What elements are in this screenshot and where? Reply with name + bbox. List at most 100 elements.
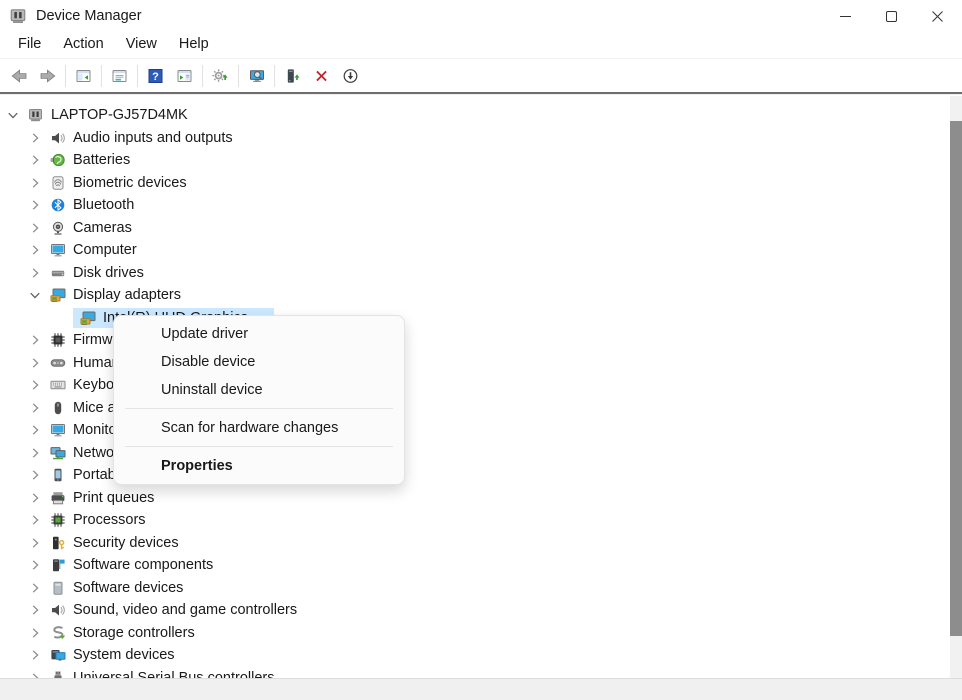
menu-view[interactable]: View <box>115 32 168 56</box>
svg-text:?: ? <box>152 71 159 83</box>
chevron-right-icon[interactable] <box>27 265 43 281</box>
chevron-right-icon[interactable] <box>27 175 43 191</box>
context-menu-item-scan-for-hardware-changes[interactable]: Scan for hardware changes <box>114 414 404 442</box>
chevron-right-icon[interactable] <box>27 580 43 596</box>
chevron-right-icon[interactable] <box>27 467 43 483</box>
uninstall-red-x-icon[interactable] <box>307 62 336 90</box>
scrollbar-thumb[interactable] <box>950 121 962 636</box>
help-icon[interactable]: ? <box>141 62 170 90</box>
tree-item-label: Software components <box>73 557 214 574</box>
chevron-down-icon[interactable] <box>5 107 21 123</box>
chevron-right-icon[interactable] <box>27 355 43 371</box>
forward-arrow-icon[interactable] <box>33 62 62 90</box>
chevron-right-icon[interactable] <box>27 445 43 461</box>
keyboard-icon <box>49 377 66 393</box>
monitor-icon <box>49 242 66 258</box>
tree-row[interactable]: Cameras <box>0 217 950 240</box>
tree-row[interactable]: Software components <box>0 554 950 577</box>
processor-icon <box>49 512 66 528</box>
chevron-right-icon[interactable] <box>27 400 43 416</box>
tree-row[interactable]: Audio inputs and outputs <box>0 127 950 150</box>
tree-item-label: Display adapters <box>73 287 181 304</box>
tree-row[interactable]: Processors <box>0 509 950 532</box>
computer-icon <box>27 107 44 123</box>
toolbar-separator <box>101 64 102 87</box>
device-manager-app-icon <box>9 7 27 25</box>
tree-row[interactable]: Print queues <box>0 487 950 510</box>
toolbar: ? <box>0 59 962 92</box>
chevron-right-icon[interactable] <box>27 197 43 213</box>
tree-item-label: Processors <box>73 512 146 529</box>
biometric-icon <box>49 175 66 191</box>
minimize-button-icon[interactable] <box>822 0 868 32</box>
tree-item-label: Universal Serial Bus controllers <box>73 669 275 678</box>
tree-item-label: Bluetooth <box>73 197 135 214</box>
mouse-icon <box>49 400 66 416</box>
chevron-right-icon[interactable] <box>27 332 43 348</box>
chevron-right-icon[interactable] <box>27 422 43 438</box>
chevron-down-icon[interactable] <box>27 287 43 303</box>
toolbar-separator <box>274 64 275 87</box>
tree-row[interactable]: Universal Serial Bus controllers <box>0 667 950 678</box>
tree-row[interactable]: System devices <box>0 644 950 667</box>
context-menu-item-update-driver[interactable]: Update driver <box>114 320 404 348</box>
chevron-right-icon[interactable] <box>27 490 43 506</box>
software-device-icon <box>49 580 66 596</box>
network-icon <box>49 445 66 461</box>
chevron-right-icon[interactable] <box>27 625 43 641</box>
update-driver-icon[interactable] <box>278 62 307 90</box>
context-menu-item-uninstall-device[interactable]: Uninstall device <box>114 376 404 404</box>
tree-item-label: Computer <box>73 242 137 259</box>
close-button-icon[interactable] <box>914 0 960 32</box>
tree-row[interactable]: Bluetooth <box>0 194 950 217</box>
chevron-right-icon[interactable] <box>27 152 43 168</box>
tree-row[interactable]: Security devices <box>0 532 950 555</box>
tree-row[interactable]: Storage controllers <box>0 622 950 645</box>
chevron-right-icon[interactable] <box>27 220 43 236</box>
tree-row[interactable]: Biometric devices <box>0 172 950 195</box>
chevron-right-icon[interactable] <box>27 242 43 258</box>
tree-item-label: Software devices <box>73 579 184 596</box>
menu-action[interactable]: Action <box>52 32 114 56</box>
computer-search-icon[interactable] <box>242 62 271 90</box>
chevron-right-icon[interactable] <box>27 602 43 618</box>
monitor-icon <box>49 422 66 438</box>
vertical-scrollbar[interactable] <box>950 96 962 678</box>
disable-down-arrow-icon[interactable] <box>336 62 365 90</box>
menu-file[interactable]: File <box>7 32 52 56</box>
tree-row[interactable]: LAPTOP-GJ57D4MK <box>0 104 950 127</box>
window-title: Device Manager <box>36 8 142 24</box>
context-menu-item-disable-device[interactable]: Disable device <box>114 348 404 376</box>
gear-arrow-icon[interactable] <box>206 62 235 90</box>
chevron-right-icon[interactable] <box>27 377 43 393</box>
show-console-tree-icon[interactable] <box>69 62 98 90</box>
chevron-right-icon[interactable] <box>27 670 43 678</box>
printer-icon <box>49 490 66 506</box>
storage-controller-icon <box>49 625 66 641</box>
chevron-right-icon[interactable] <box>27 512 43 528</box>
firmware-icon <box>49 332 66 348</box>
chevron-right-icon[interactable] <box>27 130 43 146</box>
audio-icon <box>49 130 66 146</box>
properties-window-icon[interactable] <box>105 62 134 90</box>
hid-icon <box>49 355 66 371</box>
tree-row[interactable]: Software devices <box>0 577 950 600</box>
tree-row[interactable]: Batteries <box>0 149 950 172</box>
chevron-right-icon[interactable] <box>27 647 43 663</box>
tree-row[interactable]: Disk drives <box>0 262 950 285</box>
menu-help[interactable]: Help <box>168 32 220 56</box>
portable-device-icon <box>49 467 66 483</box>
back-arrow-icon[interactable] <box>4 62 33 90</box>
toolbar-separator <box>137 64 138 87</box>
display-adapter-icon <box>49 287 66 303</box>
context-menu-item-properties[interactable]: Properties <box>114 452 404 480</box>
maximize-button-icon[interactable] <box>868 0 914 32</box>
chevron-right-icon[interactable] <box>27 535 43 551</box>
tree-item-label: Storage controllers <box>73 624 195 641</box>
chevron-right-icon[interactable] <box>27 557 43 573</box>
tree-row[interactable]: Display adapters <box>0 284 950 307</box>
tree-row[interactable]: Computer <box>0 239 950 262</box>
tree-item-label: Biometric devices <box>73 174 187 191</box>
show-action-pane-icon[interactable] <box>170 62 199 90</box>
tree-row[interactable]: Sound, video and game controllers <box>0 599 950 622</box>
